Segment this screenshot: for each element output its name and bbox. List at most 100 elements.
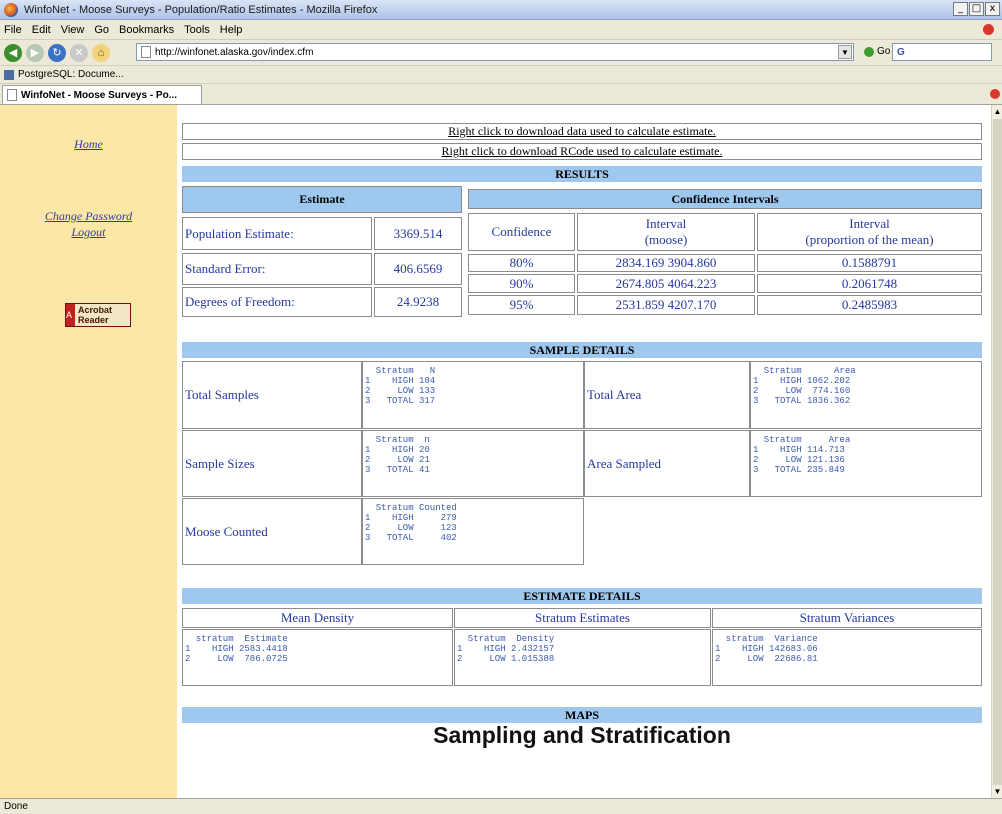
back-icon[interactable]: ◀ — [4, 43, 22, 62]
sample-details-header: SAMPLE DETAILS — [182, 342, 982, 358]
menu-view[interactable]: View — [61, 24, 85, 36]
area-sampled-table: Stratum Area 1 HIGH 114.713 2 LOW 121.13… — [750, 430, 982, 497]
area-sampled-label: Area Sampled — [584, 430, 750, 497]
stratum-estimates-header: Stratum Estimates — [454, 608, 711, 628]
population-estimate-value: 3369.514 — [374, 217, 462, 250]
interval-proportion-column-header: Interval (proportion of the mean) — [757, 213, 982, 251]
interval-proportion-subtitle: (proportion of the mean) — [805, 232, 934, 247]
menu-go[interactable]: Go — [94, 24, 109, 36]
page-icon — [141, 46, 151, 58]
activity-icon — [983, 24, 994, 35]
menu-help[interactable]: Help — [220, 24, 243, 36]
vertical-scrollbar[interactable]: ▲ ▼ — [991, 105, 1002, 799]
ci-row-80-proportion: 0.1588791 — [757, 254, 982, 272]
interval-moose-subtitle: (moose) — [644, 232, 688, 247]
go-label: Go — [877, 46, 891, 57]
search-engine-icon: G — [897, 46, 905, 58]
degrees-of-freedom-value: 24.9238 — [374, 287, 462, 317]
scroll-down-icon[interactable]: ▼ — [992, 785, 1002, 799]
menu-bar: File Edit View Go Bookmarks Tools Help — [0, 20, 1002, 40]
maps-header: MAPS — [182, 707, 982, 723]
moose-counted-label: Moose Counted — [182, 498, 362, 565]
stratum-estimates-table: Stratum Density 1 HIGH 2.432157 2 LOW 1.… — [454, 629, 711, 686]
maximize-button[interactable]: □ — [969, 2, 984, 16]
bookmark-icon — [4, 69, 14, 80]
status-bar: Done — [0, 798, 1002, 814]
stratum-variances-table: stratum Variance 1 HIGH 142683.06 2 LOW … — [712, 629, 982, 686]
acrobat-reader-label: Acrobat Reader — [75, 304, 130, 326]
total-area-label: Total Area — [584, 361, 750, 429]
menu-tools[interactable]: Tools — [184, 24, 210, 36]
url-text: http://winfonet.alaska.gov/index.cfm — [155, 46, 314, 58]
close-tab-icon[interactable] — [990, 89, 1000, 99]
degrees-of-freedom-label: Degrees of Freedom: — [182, 287, 372, 317]
scroll-up-icon[interactable]: ▲ — [992, 105, 1002, 119]
sample-sizes-table: Stratum n 1 HIGH 20 2 LOW 21 3 TOTAL 41 — [362, 430, 584, 497]
home-icon[interactable]: ⌂ — [92, 43, 110, 62]
close-button[interactable]: x — [985, 2, 1000, 16]
ci-row-90-proportion: 0.2061748 — [757, 274, 982, 293]
total-samples-table: Stratum N 1 HIGH 184 2 LOW 133 3 TOTAL 3… — [362, 361, 584, 429]
sidebar-link-change-password[interactable]: Change Password — [0, 209, 177, 224]
interval-moose-column-header: Interval (moose) — [577, 213, 755, 251]
tab-bar: WinfoNet - Moose Surveys - Po... — [0, 84, 1002, 104]
ci-row-80-confidence: 80% — [468, 254, 575, 272]
download-data-link[interactable]: Right click to download data used to cal… — [182, 123, 982, 140]
window-controls: _ □ x — [953, 2, 1000, 16]
bookmarks-toolbar: PostgreSQL: Docume... — [0, 66, 1002, 84]
main-content: Right click to download data used to cal… — [177, 105, 991, 799]
firefox-icon — [4, 2, 18, 17]
minimize-button[interactable]: _ — [953, 2, 968, 16]
tab-active[interactable]: WinfoNet - Moose Surveys - Po... — [2, 85, 202, 104]
mean-density-header: Mean Density — [182, 608, 453, 628]
ci-row-95-proportion: 0.2485983 — [757, 295, 982, 315]
tab-title: WinfoNet - Moose Surveys - Po... — [21, 89, 178, 101]
total-area-table: Stratum Area 1 HIGH 1062.202 2 LOW 774.1… — [750, 361, 982, 429]
sidebar: Home Change Password Logout A Acrobat Re… — [0, 105, 177, 799]
results-header: RESULTS — [182, 166, 982, 182]
ci-row-90-interval: 2674.805 4064.223 — [577, 274, 755, 293]
stratum-variances-header: Stratum Variances — [712, 608, 982, 628]
ci-row-90-confidence: 90% — [468, 274, 575, 293]
maps-subtitle: Sampling and Stratification — [433, 722, 731, 748]
url-dropdown-icon[interactable]: ▼ — [838, 45, 852, 59]
acrobat-reader-badge[interactable]: A Acrobat Reader — [65, 303, 131, 327]
estimate-details-header: ESTIMATE DETAILS — [182, 588, 982, 604]
tab-page-icon — [7, 89, 17, 101]
scrollbar-thumb[interactable] — [993, 119, 1002, 785]
go-icon — [864, 46, 874, 57]
window-titlebar: WinfoNet - Moose Surveys - Population/Ra… — [0, 0, 1002, 20]
mean-density-table: stratum Estimate 1 HIGH 2583.4418 2 LOW … — [182, 629, 453, 686]
search-box[interactable]: G — [892, 43, 992, 61]
estimate-header: Estimate — [182, 186, 462, 213]
total-samples-label: Total Samples — [182, 361, 362, 429]
confidence-column-header: Confidence — [468, 213, 575, 251]
standard-error-value: 406.6569 — [374, 253, 462, 285]
sidebar-link-home[interactable]: Home — [0, 137, 177, 152]
sample-sizes-label: Sample Sizes — [182, 430, 362, 497]
ci-row-95-confidence: 95% — [468, 295, 575, 315]
standard-error-label: Standard Error: — [182, 253, 372, 285]
confidence-intervals-header: Confidence Intervals — [468, 189, 982, 209]
menu-edit[interactable]: Edit — [32, 24, 51, 36]
bookmark-postgresql[interactable]: PostgreSQL: Docume... — [18, 69, 124, 80]
reload-icon[interactable]: ↻ — [48, 43, 66, 62]
menu-bookmarks[interactable]: Bookmarks — [119, 24, 174, 36]
stop-icon[interactable]: ✕ — [70, 43, 88, 62]
window-title: WinfoNet - Moose Surveys - Population/Ra… — [24, 3, 378, 16]
ci-row-80-interval: 2834.169 3904.860 — [577, 254, 755, 272]
url-bar[interactable]: http://winfonet.alaska.gov/index.cfm ▼ — [136, 43, 854, 61]
page-viewport: Home Change Password Logout A Acrobat Re… — [0, 104, 1002, 799]
interval-moose-title: Interval — [645, 216, 687, 231]
moose-counted-table: Stratum Counted 1 HIGH 279 2 LOW 123 3 T… — [362, 498, 584, 565]
adobe-logo-icon: A — [66, 310, 73, 320]
menu-file[interactable]: File — [4, 24, 22, 36]
ci-row-95-interval: 2531.859 4207.170 — [577, 295, 755, 315]
interval-proportion-title: Interval — [849, 216, 890, 231]
population-estimate-label: Population Estimate: — [182, 217, 372, 250]
download-rcode-link[interactable]: Right click to download RCode used to ca… — [182, 143, 982, 160]
forward-icon[interactable]: ▶ — [26, 43, 44, 62]
go-button[interactable]: Go — [864, 46, 890, 57]
navigation-toolbar: ◀ ▶ ↻ ✕ ⌂ http://winfonet.alaska.gov/ind… — [0, 40, 1002, 66]
sidebar-link-logout[interactable]: Logout — [0, 225, 177, 240]
